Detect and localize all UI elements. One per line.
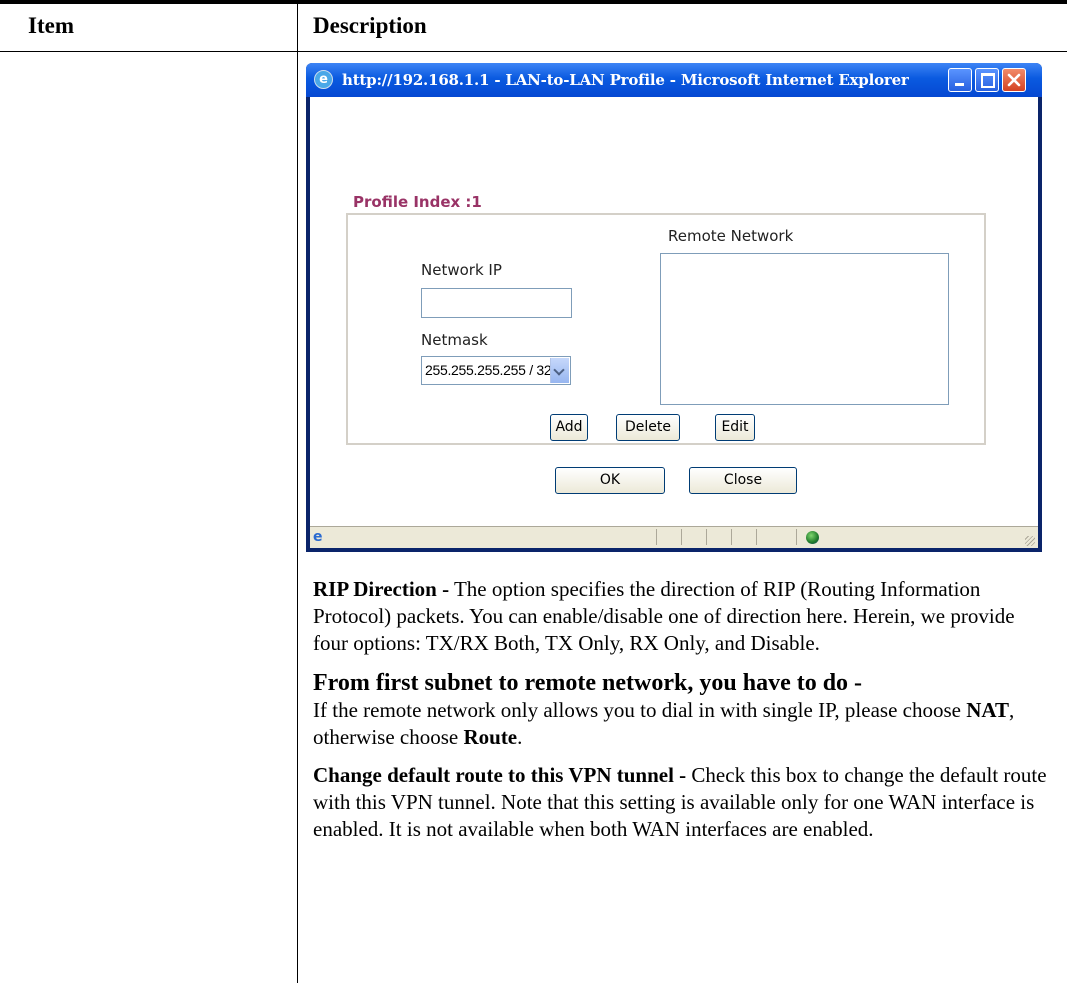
- window-content: Profile Index :1 Remote Network Network …: [310, 97, 1038, 526]
- page-icon: e: [313, 529, 323, 545]
- subnet-title: From first subnet to remote network, you…: [313, 670, 863, 696]
- status-separator: [796, 529, 797, 545]
- column-divider: [297, 0, 298, 983]
- close-icon: [1007, 73, 1021, 87]
- status-separator: [681, 529, 682, 545]
- network-fieldset: Remote Network Network IP Netmask 255.25…: [346, 213, 986, 445]
- chevron-down-icon[interactable]: [550, 358, 569, 383]
- status-separator: [706, 529, 707, 545]
- subnet-text-1: If the remote network only allows you to…: [313, 698, 967, 722]
- status-bar: e: [310, 526, 1038, 548]
- rip-direction-paragraph: RIP Direction - The option specifies the…: [313, 576, 1053, 657]
- close-window-button[interactable]: [1002, 68, 1026, 92]
- window-title: http://192.168.1.1 - LAN-to-LAN Profile …: [342, 71, 909, 89]
- network-ip-label: Network IP: [421, 261, 502, 279]
- subnet-nat: NAT: [966, 698, 1009, 722]
- rip-direction-title: RIP Direction -: [313, 577, 450, 601]
- ie-logo-icon: e: [314, 70, 333, 89]
- netmask-label: Netmask: [421, 331, 488, 349]
- header-item: Item: [28, 13, 74, 38]
- edit-button[interactable]: Edit: [715, 414, 755, 441]
- subnet-route: Route: [463, 725, 518, 749]
- maximize-button[interactable]: [975, 68, 999, 92]
- header-rule: [0, 51, 1067, 52]
- header-description: Description: [313, 13, 427, 38]
- subnet-paragraph: From first subnet to remote network, you…: [313, 670, 1053, 751]
- internet-zone-icon: [806, 531, 819, 544]
- default-route-paragraph: Change default route to this VPN tunnel …: [313, 762, 1053, 843]
- subnet-text-3: .: [517, 725, 523, 749]
- status-separator: [756, 529, 757, 545]
- top-rule: [0, 0, 1067, 4]
- lan-to-lan-profile-window: e http://192.168.1.1 - LAN-to-LAN Profil…: [306, 63, 1042, 552]
- profile-index-label: Profile Index :1: [353, 193, 482, 211]
- network-ip-input[interactable]: [421, 288, 572, 318]
- netmask-select[interactable]: 255.255.255.255 / 32: [421, 356, 571, 385]
- close-button[interactable]: Close: [689, 467, 797, 494]
- remote-network-label: Remote Network: [668, 227, 794, 245]
- status-separator: [731, 529, 732, 545]
- status-separator: [656, 529, 657, 545]
- ok-button[interactable]: OK: [555, 467, 665, 494]
- window-title-bar[interactable]: e http://192.168.1.1 - LAN-to-LAN Profil…: [306, 63, 1042, 97]
- resize-grip-icon[interactable]: [1025, 536, 1035, 546]
- minimize-button[interactable]: [948, 68, 972, 92]
- netmask-selected-value: 255.255.255.255 / 32: [425, 362, 552, 378]
- remote-network-list[interactable]: [660, 253, 949, 405]
- add-button[interactable]: Add: [550, 414, 588, 441]
- delete-button[interactable]: Delete: [616, 414, 680, 441]
- default-route-title: Change default route to this VPN tunnel …: [313, 763, 687, 787]
